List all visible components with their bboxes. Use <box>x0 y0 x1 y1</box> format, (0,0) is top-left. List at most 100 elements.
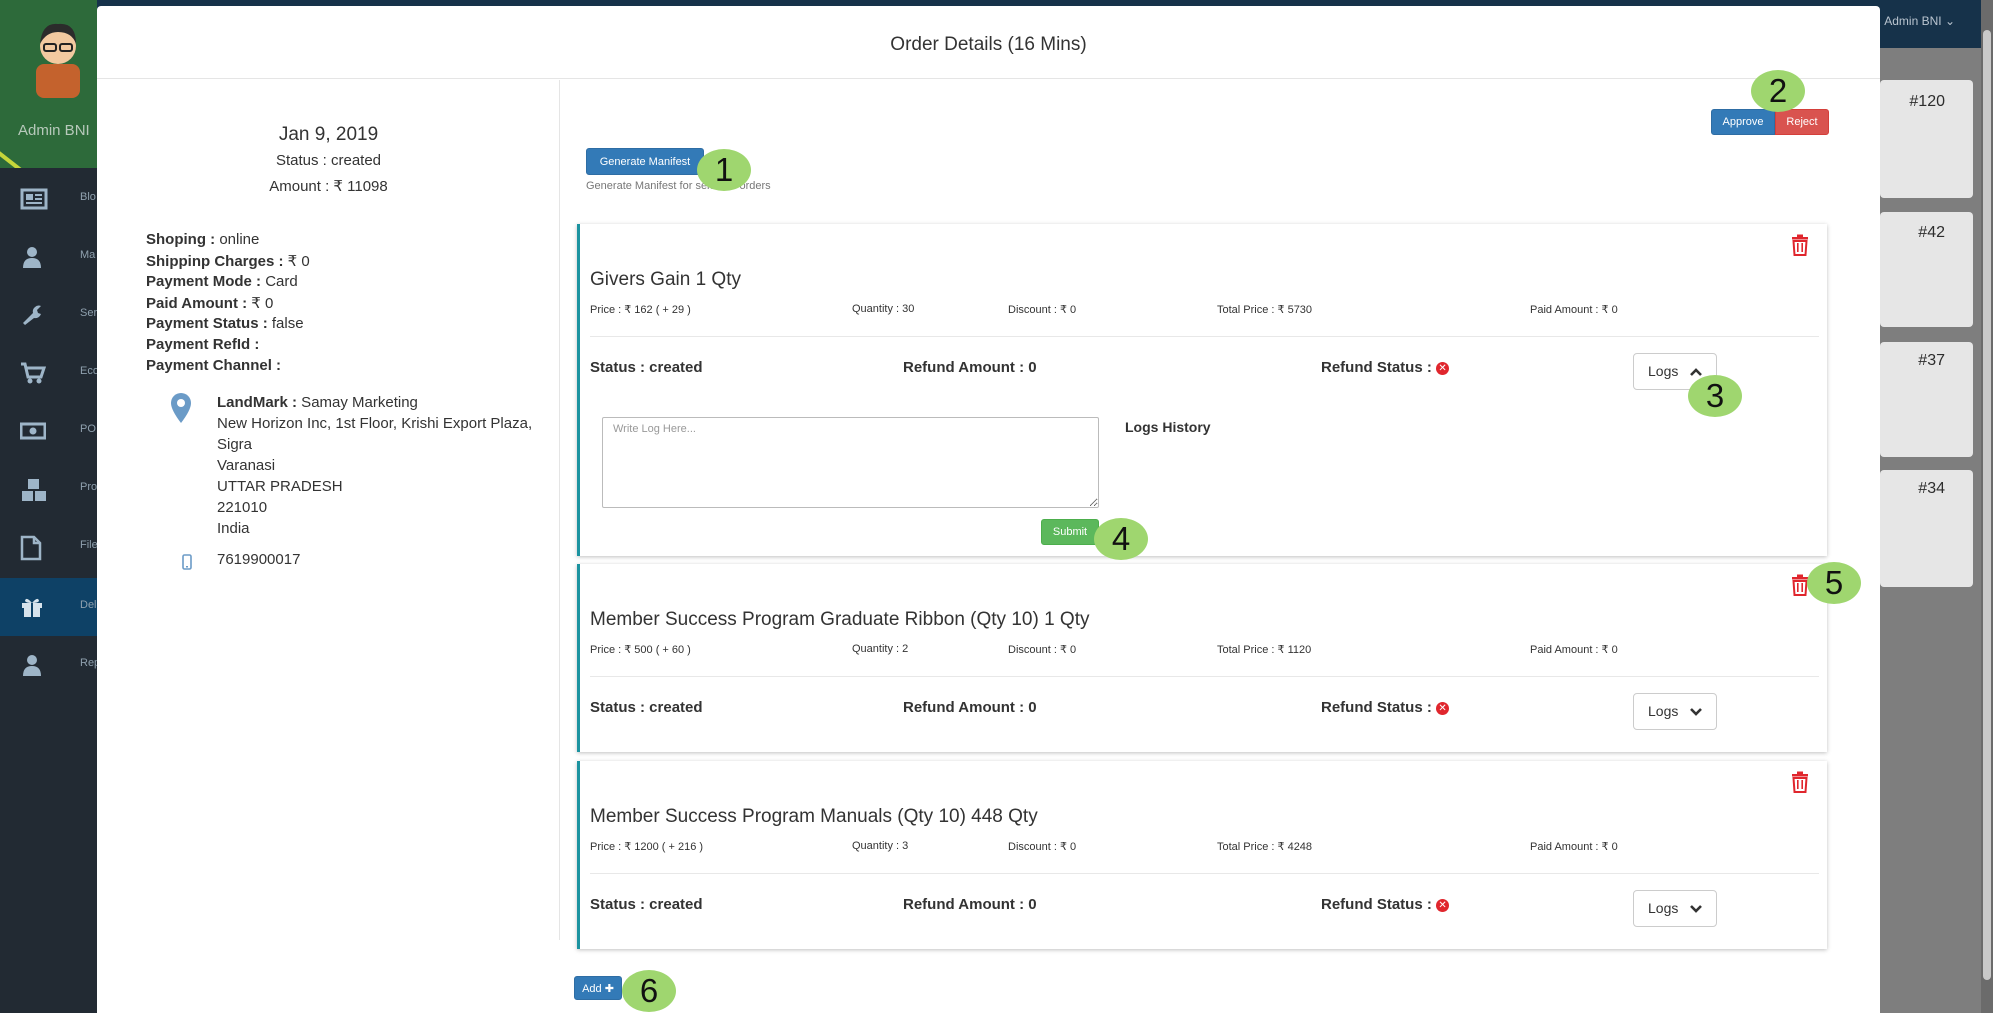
field-label: Shippinp Charges : <box>146 253 284 270</box>
item-total-price: Total Price : ₹ 5730 <box>1217 304 1313 316</box>
sidebar-item-label: Ma <box>80 249 96 261</box>
field-shipping-charges: Shippinp Charges : ₹ 0 <box>146 252 310 270</box>
annotation-marker-6: 6 <box>622 970 676 1012</box>
admin-menu[interactable]: Admin BNI ⌄ <box>1884 14 1955 28</box>
field-shopping: Shoping : online <box>146 231 259 248</box>
field-value: online <box>215 231 260 248</box>
item-paid-amount: Paid Amount : ₹ 0 <box>1530 644 1618 656</box>
item-refund-status: Refund Status : ✕ <box>1321 359 1450 376</box>
item-discount: Discount : ₹ 0 <box>1008 304 1077 316</box>
sidebar-item-members[interactable]: Ma <box>0 228 97 286</box>
scrollbar-thumb[interactable] <box>1983 30 1991 980</box>
item-name: Member Success Program Manuals (Qty 10) … <box>590 806 1038 827</box>
submit-log-button[interactable]: Submit <box>1041 519 1099 545</box>
approve-button[interactable]: Approve <box>1711 109 1775 135</box>
annotation-marker-1: 1 <box>697 149 751 191</box>
sidebar-item-services[interactable]: Ser <box>0 286 97 344</box>
landmark-value: Samay Marketing <box>297 394 418 411</box>
order-number: #120 <box>1909 93 1945 110</box>
order-amount: Amount : ₹ 11098 <box>269 178 388 195</box>
user-icon <box>23 247 41 268</box>
background-order-card[interactable]: #42 <box>1880 212 1973 327</box>
logs-label: Logs <box>1648 703 1679 719</box>
item-price: Price : ₹ 500 ( + 60 ) <box>590 644 691 656</box>
page-scrollbar[interactable] <box>1981 0 1993 1013</box>
item-discount: Discount : ₹ 0 <box>1008 644 1077 656</box>
sidebar-item-label: PO <box>80 423 96 435</box>
order-details-modal: Order Details (16 Mins) Jan 9, 2019 Stat… <box>97 6 1880 1013</box>
order-date: Jan 9, 2019 <box>278 124 379 145</box>
sidebar-item-label: Blo <box>80 191 96 203</box>
item-divider <box>590 873 1819 874</box>
logs-toggle-button[interactable]: Logs <box>1633 890 1717 927</box>
logs-label: Logs <box>1648 363 1679 379</box>
item-divider <box>590 336 1819 337</box>
sidebar-item-po[interactable]: PO <box>0 402 97 460</box>
map-marker-icon <box>171 393 191 423</box>
background-order-card[interactable]: #120 <box>1880 80 1973 198</box>
order-item: Member Success Program Manuals (Qty 10) … <box>577 761 1827 949</box>
order-number: #37 <box>1918 352 1945 369</box>
field-label: Payment RefId : <box>146 336 260 353</box>
sidebar-item-ecommerce[interactable]: Eco <box>0 344 99 402</box>
delivery-address: LandMark : Samay Marketing New Horizon I… <box>217 392 532 539</box>
wrench-icon <box>23 305 41 325</box>
sidebar-item-label: Del <box>80 599 97 611</box>
sidebar-item-blog[interactable]: Blo <box>0 170 97 228</box>
order-summary: Jan 9, 2019 Status : created Amount : ₹ … <box>97 80 560 940</box>
background-order-card[interactable]: #34 <box>1880 470 1973 587</box>
annotation-marker-5: 5 <box>1807 562 1861 604</box>
item-status: Status : created <box>590 359 703 376</box>
gift-icon <box>22 598 42 617</box>
field-label: Payment Status : <box>146 315 268 332</box>
order-number: #34 <box>1918 480 1945 497</box>
field-label: Payment Mode : <box>146 273 262 290</box>
item-refund-amount: Refund Amount : 0 <box>903 359 1037 376</box>
plus-icon: ✚ <box>604 982 614 995</box>
address-line: New Horizon Inc, 1st Floor, Krishi Expor… <box>217 415 533 432</box>
item-discount: Discount : ₹ 0 <box>1008 841 1077 853</box>
sidebar-admin-name: Admin BNI <box>18 122 90 139</box>
item-quantity: Quantity : 30 <box>852 303 915 315</box>
item-quantity: Quantity : 3 <box>852 840 909 852</box>
annotation-marker-2: 2 <box>1751 70 1805 112</box>
trash-icon[interactable] <box>1791 771 1809 793</box>
background-order-card[interactable]: #37 <box>1880 342 1973 457</box>
item-refund-amount: Refund Amount : 0 <box>903 896 1037 913</box>
field-label: Payment Channel : <box>146 357 282 374</box>
chevron-down-icon <box>1690 708 1702 716</box>
sidebar-item-reports[interactable]: Rep <box>0 636 100 694</box>
address-line: UTTAR PRADESH <box>217 478 343 495</box>
annotation-marker-3: 3 <box>1688 375 1742 417</box>
address-line: Sigra <box>217 436 253 453</box>
order-item: Member Success Program Graduate Ribbon (… <box>577 564 1827 752</box>
item-refund-status: Refund Status : ✕ <box>1321 699 1450 716</box>
admin-menu-label: Admin BNI <box>1884 14 1942 28</box>
chevron-up-icon <box>1690 368 1702 376</box>
log-textarea[interactable] <box>602 417 1099 508</box>
add-item-button[interactable]: Add ✚ <box>574 976 622 1000</box>
error-x-icon: ✕ <box>1436 362 1450 375</box>
refund-status-label: Refund Status : <box>1321 896 1432 913</box>
landmark: LandMark : Samay Marketing <box>217 392 532 413</box>
logs-history-heading: Logs History <box>1125 419 1211 435</box>
error-x-icon: ✕ <box>1436 899 1450 912</box>
sidebar-item-products[interactable]: Pro <box>0 460 97 518</box>
item-price: Price : ₹ 1200 ( + 216 ) <box>590 841 704 853</box>
generate-manifest-button[interactable]: Generate Manifest <box>586 148 704 175</box>
item-divider <box>590 676 1819 677</box>
sidebar-item-delivery[interactable]: Del <box>0 578 97 636</box>
order-number: #42 <box>1918 224 1945 241</box>
cart-icon <box>21 362 46 384</box>
trash-icon[interactable] <box>1791 234 1809 256</box>
profile-area: Admin BNI <box>0 0 97 168</box>
logs-toggle-button[interactable]: Logs <box>1633 693 1717 730</box>
add-label: Add <box>582 982 602 995</box>
file-icon <box>20 535 42 561</box>
reject-button[interactable]: Reject <box>1775 109 1829 135</box>
refund-status-label: Refund Status : <box>1321 699 1432 716</box>
sidebar-item-files[interactable]: File <box>0 518 98 576</box>
field-label: Paid Amount : <box>146 295 248 312</box>
chevron-down-icon <box>1690 905 1702 913</box>
refund-status-label: Refund Status : <box>1321 359 1432 376</box>
